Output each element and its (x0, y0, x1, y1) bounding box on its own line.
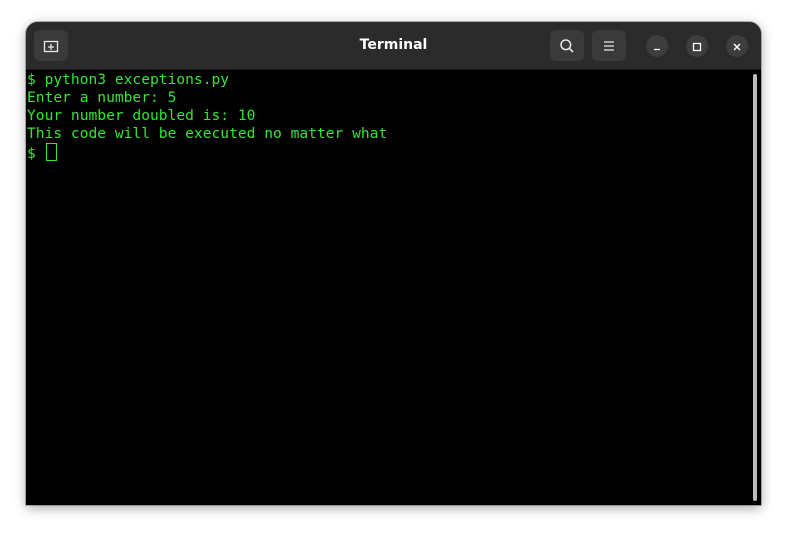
new-tab-icon (43, 38, 59, 54)
prompt-line[interactable]: $ (27, 143, 761, 162)
menu-button[interactable] (592, 30, 626, 61)
hamburger-menu-icon (602, 39, 616, 53)
minimize-icon (652, 37, 662, 56)
title-bar[interactable]: Terminal (26, 22, 761, 70)
close-icon (732, 37, 742, 56)
minimize-button[interactable] (646, 35, 668, 57)
terminal-line: Your number doubled is: 10 (27, 107, 256, 124)
close-button[interactable] (726, 35, 748, 57)
new-tab-button[interactable] (34, 30, 68, 61)
text-cursor (45, 143, 57, 161)
prompt: $ (27, 145, 45, 162)
search-icon (559, 38, 575, 54)
maximize-button[interactable] (686, 35, 708, 57)
terminal-line: $ python3 exceptions.py (27, 71, 230, 88)
terminal-window: Terminal $ python3 exceptions.py Enter a… (26, 22, 761, 505)
maximize-icon (692, 37, 702, 56)
scrollbar[interactable] (753, 74, 757, 501)
terminal-output[interactable]: $ python3 exceptions.py Enter a number: … (26, 70, 761, 505)
terminal-line: Enter a number: 5 (27, 89, 177, 106)
terminal-line: This code will be executed no matter wha… (27, 125, 388, 142)
search-button[interactable] (550, 30, 584, 61)
